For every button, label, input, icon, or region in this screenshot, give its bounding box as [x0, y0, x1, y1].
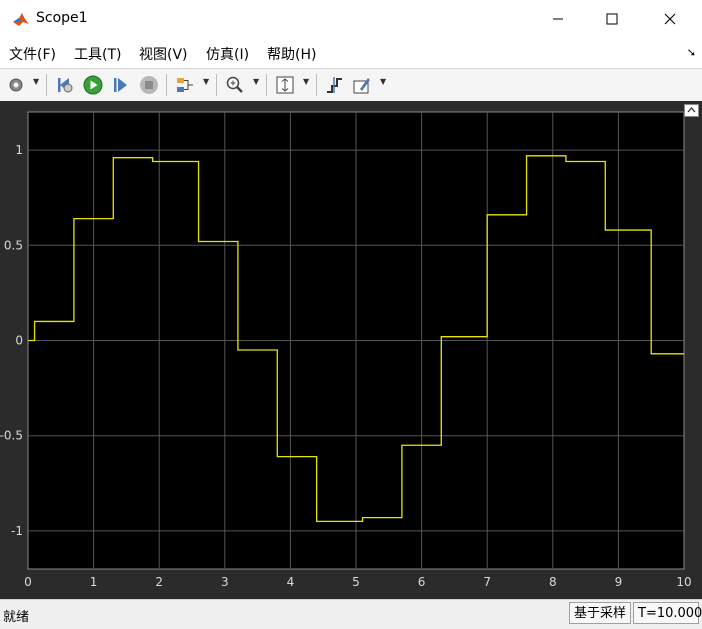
x-tick-labels: 0 1 2 3 4 5 6 7 8 9 10 [24, 575, 691, 589]
trigger-button[interactable] [174, 74, 196, 96]
close-button[interactable] [644, 0, 696, 38]
highlight-button[interactable] [351, 74, 373, 96]
x-tick-label: 0 [24, 575, 32, 589]
x-tick-label: 8 [549, 575, 557, 589]
x-tick-label: 5 [352, 575, 360, 589]
trigger-icon [177, 78, 193, 92]
trigger-dropdown-icon[interactable]: ▼ [203, 77, 209, 86]
simulation-time-label: T=10.000 [633, 602, 702, 624]
zoom-icon [226, 76, 243, 93]
x-tick-label: 2 [155, 575, 163, 589]
maximize-button[interactable] [586, 0, 638, 38]
y-tick-label: 0 [15, 334, 23, 348]
scope-plot[interactable]: 1 0.5 0 -0.5 -1 0 1 2 3 4 5 6 7 8 9 10 [0, 101, 702, 599]
toolbar-separator [266, 74, 267, 96]
minimize-icon [553, 18, 563, 20]
scope-display: 1 0.5 0 -0.5 -1 0 1 2 3 4 5 6 7 8 9 10 [0, 101, 702, 599]
x-tick-label: 7 [483, 575, 491, 589]
sample-mode-label: 基于采样 [569, 602, 631, 624]
scale-dropdown-icon[interactable]: ▼ [303, 77, 309, 86]
cursor-measure-icon [327, 77, 342, 93]
zoom-dropdown-icon[interactable]: ▼ [253, 77, 259, 86]
y-tick-label: 0.5 [4, 238, 23, 252]
menu-overflow-icon[interactable]: ➘ [687, 46, 696, 59]
menu-view[interactable]: 视图(V) [139, 44, 188, 64]
x-tick-label: 1 [90, 575, 98, 589]
cursor-measure-button[interactable] [323, 74, 345, 96]
settings-icon [9, 78, 23, 92]
matlab-logo-icon [13, 13, 29, 26]
highlight-icon [353, 78, 370, 94]
step-back-button[interactable] [54, 74, 76, 96]
x-tick-label: 9 [615, 575, 623, 589]
minimize-button[interactable] [532, 0, 584, 38]
status-bar: 就绪 基于采样 T=10.000 [0, 599, 702, 629]
scale-axes-button[interactable] [274, 74, 296, 96]
highlight-dropdown-icon[interactable]: ▼ [380, 77, 386, 86]
y-tick-label: -0.5 [0, 429, 23, 443]
menu-tools[interactable]: 工具(T) [74, 44, 121, 64]
title-bar: Scope1 [0, 0, 702, 38]
scale-axes-icon [276, 76, 294, 94]
toolbar-separator [316, 74, 317, 96]
x-tick-label: 4 [287, 575, 295, 589]
run-icon [83, 75, 103, 95]
window-title: Scope1 [36, 10, 88, 26]
stop-icon [140, 76, 158, 94]
close-icon [664, 13, 676, 25]
step-forward-icon [114, 78, 127, 92]
y-tick-labels: 1 0.5 0 -0.5 -1 [0, 143, 23, 538]
menu-help[interactable]: 帮助(H) [267, 44, 316, 64]
toolbar-separator [166, 74, 167, 96]
status-text: 就绪 [3, 610, 30, 625]
maximize-icon [606, 13, 618, 25]
menu-file[interactable]: 文件(F) [9, 44, 56, 64]
step-forward-button[interactable] [110, 74, 132, 96]
step-back-icon [58, 78, 73, 93]
settings-dropdown-icon[interactable]: ▼ [33, 77, 39, 86]
x-tick-label: 6 [418, 575, 426, 589]
toolbar-separator [46, 74, 47, 96]
menu-bar: 文件(F) 工具(T) 视图(V) 仿真(I) 帮助(H) ➘ [0, 38, 702, 68]
menu-simulation[interactable]: 仿真(I) [206, 44, 249, 64]
zoom-button[interactable] [224, 74, 246, 96]
run-button[interactable] [82, 74, 104, 96]
y-tick-label: -1 [11, 524, 23, 538]
settings-button[interactable] [5, 74, 27, 96]
x-tick-label: 10 [676, 575, 691, 589]
x-tick-label: 3 [221, 575, 229, 589]
y-tick-label: 1 [15, 143, 23, 157]
toolbar-separator [216, 74, 217, 96]
toolbar: ▼ ▼ ▼ ▼ ▼ [0, 68, 702, 102]
stop-button[interactable] [138, 74, 160, 96]
